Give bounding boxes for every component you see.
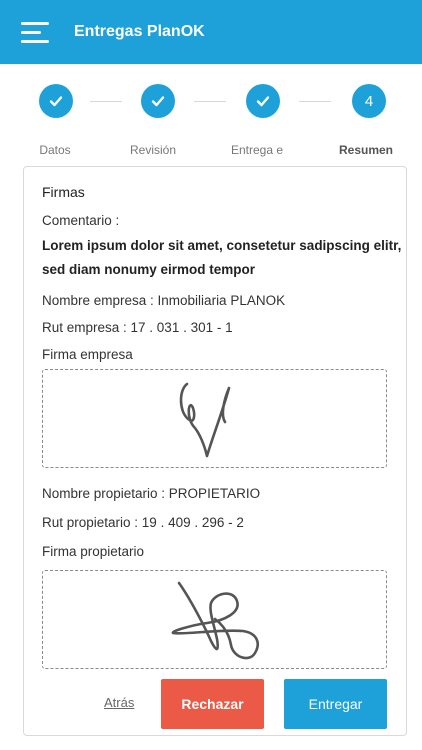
owner-signature-label: Firma propietario [42, 544, 145, 559]
step-connector [194, 101, 226, 102]
step-label-revision: Revisión [129, 143, 177, 157]
company-signature-label: Firma empresa [42, 347, 133, 362]
hamburger-menu-icon[interactable] [21, 20, 51, 44]
app-title: Entregas PlanOK [74, 23, 205, 40]
owner-signature-box [42, 570, 387, 669]
deliver-button[interactable]: Entregar [284, 679, 387, 729]
step-connector [90, 101, 122, 102]
step-4-number: 4 [352, 84, 386, 118]
step-connector [299, 101, 331, 102]
comment-label: Comentario : [42, 213, 120, 228]
company-signature-box [42, 369, 387, 468]
comment-text: Lorem ipsum dolor sit amet, consetetur s… [42, 238, 402, 277]
section-title: Firmas [42, 184, 85, 200]
step-label-datos: Datos [39, 143, 71, 157]
owner-rut: Rut propietario : 19 . 409 . 296 - 2 [42, 515, 244, 530]
step-2-check-icon [141, 84, 175, 118]
company-signature-drawing [179, 382, 231, 458]
owner-name: Nombre propietario : PROPIETARIO [42, 486, 261, 501]
company-rut: Rut empresa : 17 . 031 . 301 - 1 [42, 320, 233, 335]
company-name: Nombre empresa : Inmobiliaria PLANOK [42, 293, 286, 308]
step-label-resumen: Resumen [338, 143, 394, 157]
reject-button[interactable]: Rechazar [161, 679, 264, 729]
owner-signature-drawing [171, 581, 259, 660]
stepper: 4 [0, 84, 422, 120]
step-3-check-icon [246, 84, 280, 118]
back-link[interactable]: Atrás [104, 695, 134, 710]
step-label-entrega: Entrega e [230, 143, 284, 157]
step-1-check-icon [39, 84, 73, 118]
app-bar: Entregas PlanOK [0, 0, 422, 64]
